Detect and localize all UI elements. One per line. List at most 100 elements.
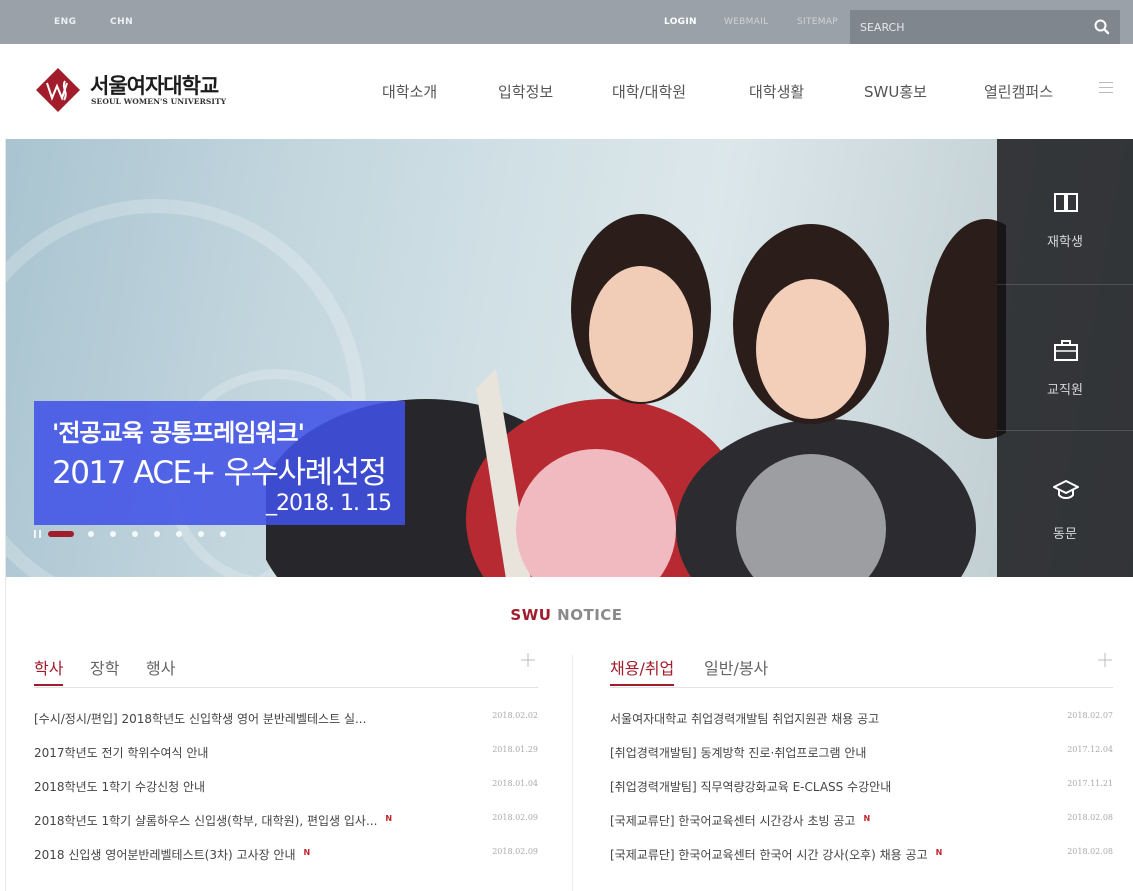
notice-title-text: [국제교류단] 한국어교육센터 한국어 시간 강사(오후) 채용 공고 <box>610 848 928 862</box>
notice-title-text: [취업경력개발팀] 직무역량강화교육 E-CLASS 수강안내 <box>610 780 892 794</box>
site-header: 서울여자대학교 SEOUL WOMEN'S UNIVERSITY 대학소개 입학… <box>0 44 1133 139</box>
notice-row[interactable]: 2018 신입생 영어분반레벨테스트(3차) 고사장 안내 N 2018.02.09 <box>34 846 538 866</box>
search-icon[interactable] <box>1092 17 1112 37</box>
notice-date: 2018.02.09 <box>492 847 538 856</box>
more-plus-icon[interactable] <box>1097 652 1113 668</box>
notice-title: [수시/정시/편입] 2018학년도 신입학생 영어 분반레벨테스트 실... <box>34 710 366 727</box>
notice-title-text: 2017학년도 전기 학위수여식 안내 <box>34 746 209 760</box>
search-input[interactable] <box>860 17 1080 37</box>
lang-chn-link[interactable]: CHN <box>110 0 133 44</box>
hero-caption-line2: 2017 ACE+ 우수사례선정 <box>52 455 387 491</box>
notice-title: [국제교류단] 한국어교육센터 시간강사 초빙 공고 N <box>610 812 870 829</box>
notice-date: 2018.01.29 <box>492 745 538 754</box>
more-plus-icon[interactable] <box>520 652 536 668</box>
notice-title: 2017학년도 전기 학위수여식 안내 <box>34 744 208 761</box>
graduation-cap-icon <box>1053 480 1079 499</box>
tab-academic[interactable]: 학사 <box>34 655 64 686</box>
notice-date: 2018.02.08 <box>1067 813 1113 822</box>
notice-title-text: 서울여자대학교 취업경력개발팀 취업지원관 채용 공고 <box>610 712 880 726</box>
nav-pr[interactable]: SWU홍보 <box>864 81 927 102</box>
tab-general[interactable]: 일반/봉사 <box>704 655 768 679</box>
swu-emblem-icon <box>36 68 80 112</box>
new-badge: N <box>303 848 311 857</box>
notice-date: 2018.02.08 <box>1067 847 1113 856</box>
notice-date: 2018.02.02 <box>492 711 538 720</box>
hero-caption[interactable]: '전공교육 공통프레임워크' 2017 ACE+ 우수사례선정 _2018. 1… <box>34 401 405 525</box>
slide-dot[interactable] <box>48 531 74 537</box>
nav-campus-life[interactable]: 대학생활 <box>749 81 804 102</box>
notice-title: 2018학년도 1학기 수강신청 안내 <box>34 778 205 795</box>
sitemap-link[interactable]: SITEMAP <box>797 0 838 44</box>
nav-colleges[interactable]: 대학/대학원 <box>612 81 686 102</box>
quick-alumni[interactable]: 동문 <box>997 431 1133 577</box>
notice-date: 2017.11.21 <box>1067 779 1113 788</box>
notice-row[interactable]: 2018학년도 1학기 수강신청 안내 2018.01.04 <box>34 778 538 798</box>
tab-jobs[interactable]: 채용/취업 <box>610 655 675 686</box>
menu-icon[interactable] <box>1099 82 1113 94</box>
notice-date: 2017.12.04 <box>1067 745 1113 754</box>
panel-separator <box>572 655 573 891</box>
new-badge: N <box>863 814 871 823</box>
slide-dot[interactable] <box>198 531 204 537</box>
nav-open-campus[interactable]: 열린캠퍼스 <box>984 81 1053 102</box>
notice-title-rest: NOTICE <box>551 606 623 624</box>
quick-staff[interactable]: 교직원 <box>997 285 1133 431</box>
login-link[interactable]: LOGIN <box>664 0 697 44</box>
notice-row[interactable]: [수시/정시/편입] 2018학년도 신입학생 영어 분반레벨테스트 실... 2… <box>34 710 538 730</box>
tabs-divider <box>610 687 1113 688</box>
slide-dot[interactable] <box>132 531 138 537</box>
webmail-link[interactable]: WEBMAIL <box>724 0 768 44</box>
tab-events[interactable]: 행사 <box>146 655 175 679</box>
new-badge: N <box>385 814 393 823</box>
notice-title-text: [취업경력개발팀] 동계방학 진로·취업프로그램 안내 <box>610 746 867 760</box>
notice-date: 2018.02.07 <box>1067 711 1113 720</box>
book-icon <box>1054 193 1078 212</box>
notice-title-text: 2018학년도 1학기 수강신청 안내 <box>34 780 206 794</box>
notice-title: 서울여자대학교 취업경력개발팀 취업지원관 채용 공고 <box>610 710 879 727</box>
quick-menu: 재학생 교직원 동문 <box>997 139 1133 577</box>
slide-dot[interactable] <box>220 531 226 537</box>
search-box <box>850 10 1120 44</box>
logo-name-korean: 서울여자대학교 <box>90 73 219 98</box>
notice-title: [취업경력개발팀] 동계방학 진로·취업프로그램 안내 <box>610 744 866 761</box>
notice-title: 2018학년도 1학기 샬롬하우스 신입생(학부, 대학원), 편입생 입사..… <box>34 812 392 829</box>
notice-row[interactable]: 2017학년도 전기 학위수여식 안내 2018.01.29 <box>34 744 538 764</box>
notice-title-text: 2018학년도 1학기 샬롬하우스 신입생(학부, 대학원), 편입생 입사..… <box>34 814 378 828</box>
quick-alumni-label: 동문 <box>1053 527 1077 542</box>
notice-title-text: [수시/정시/편입] 2018학년도 신입학생 영어 분반레벨테스트 실... <box>34 712 367 726</box>
nav-about[interactable]: 대학소개 <box>382 81 437 102</box>
hero-banner: '전공교육 공통프레임워크' 2017 ACE+ 우수사례선정 _2018. 1… <box>6 139 1133 577</box>
notice-row[interactable]: [국제교류단] 한국어교육센터 시간강사 초빙 공고 N 2018.02.08 <box>610 812 1113 832</box>
briefcase-icon <box>1054 340 1078 361</box>
notice-title: 2018 신입생 영어분반레벨테스트(3차) 고사장 안내 N <box>34 846 310 863</box>
notice-title-text: [국제교류단] 한국어교육센터 시간강사 초빙 공고 <box>610 814 856 828</box>
lang-eng-link[interactable]: ENG <box>54 0 77 44</box>
notice-row[interactable]: [취업경력개발팀] 동계방학 진로·취업프로그램 안내 2017.12.04 <box>610 744 1113 764</box>
quick-students[interactable]: 재학생 <box>997 139 1133 285</box>
nav-admission[interactable]: 입학정보 <box>498 81 553 102</box>
notice-title-swu: SWU <box>510 606 552 624</box>
notice-row[interactable]: [취업경력개발팀] 직무역량강화교육 E-CLASS 수강안내 2017.11.2… <box>610 778 1113 798</box>
utility-bar: ENG CHN LOGIN WEBMAIL SITEMAP <box>0 0 1133 44</box>
new-badge: N <box>935 848 943 857</box>
quick-students-label: 재학생 <box>1047 235 1083 250</box>
notice-row[interactable]: [국제교류단] 한국어교육센터 한국어 시간 강사(오후) 채용 공고 N 2018… <box>610 846 1113 866</box>
notice-row[interactable]: 2018학년도 1학기 샬롬하우스 신입생(학부, 대학원), 편입생 입사..… <box>34 812 538 832</box>
quick-staff-label: 교직원 <box>1047 383 1083 398</box>
logo-name-english: SEOUL WOMEN'S UNIVERSITY <box>91 97 227 106</box>
tab-scholarship[interactable]: 장학 <box>90 655 119 679</box>
slide-dot[interactable] <box>110 531 116 537</box>
slide-dot[interactable] <box>176 531 182 537</box>
notice-title-text: 2018 신입생 영어분반레벨테스트(3차) 고사장 안내 <box>34 848 296 862</box>
notice-section-title: SWU NOTICE <box>0 606 1133 624</box>
notice-title: [국제교류단] 한국어교육센터 한국어 시간 강사(오후) 채용 공고 N <box>610 846 942 863</box>
notice-date: 2018.01.04 <box>492 779 538 788</box>
notice-title: [취업경력개발팀] 직무역량강화교육 E-CLASS 수강안내 <box>610 778 891 795</box>
notice-row[interactable]: 서울여자대학교 취업경력개발팀 취업지원관 채용 공고 2018.02.07 <box>610 710 1113 730</box>
university-logo[interactable]: 서울여자대학교 SEOUL WOMEN'S UNIVERSITY <box>34 66 244 118</box>
hero-caption-line1: '전공교육 공통프레임워크' <box>52 419 305 447</box>
slide-dot[interactable] <box>154 531 160 537</box>
hero-caption-date: _2018. 1. 15 <box>266 491 392 516</box>
slide-dot[interactable] <box>88 531 94 537</box>
pause-icon[interactable] <box>34 530 42 538</box>
